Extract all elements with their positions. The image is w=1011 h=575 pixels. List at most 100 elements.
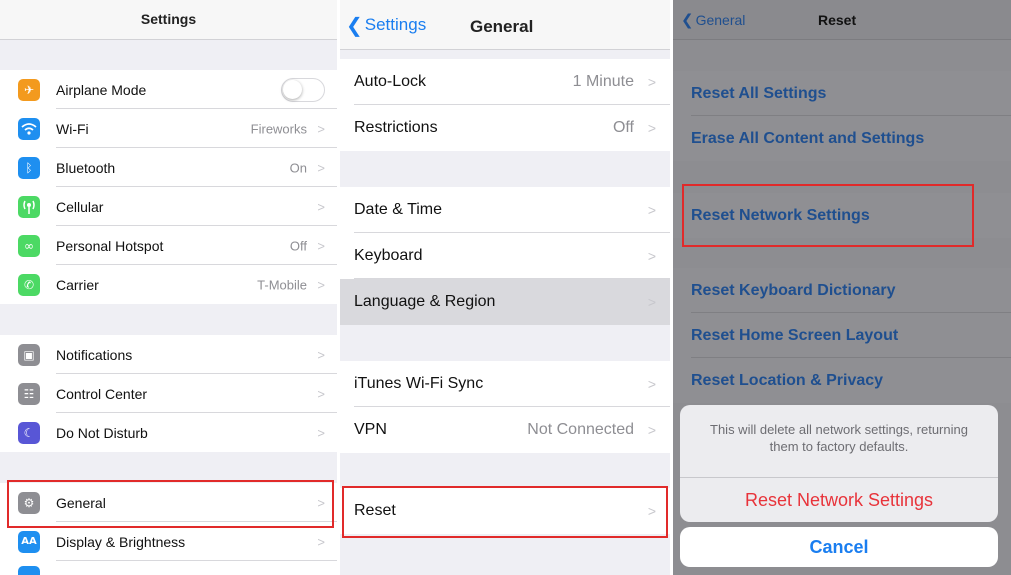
row-value: On xyxy=(289,160,307,175)
wallpaper-icon xyxy=(18,566,40,575)
chevron-right-icon: > xyxy=(317,386,325,401)
row-label: Control Center xyxy=(56,385,148,402)
cellular-icon-glyph xyxy=(23,200,35,214)
general-panel: ❮ Settings General Auto-Lock 1 Minute > … xyxy=(340,0,670,575)
row-label: Personal Hotspot xyxy=(56,237,164,254)
reset-panel: ❮ General Reset Reset All Settings Erase… xyxy=(673,0,1011,575)
general-row-keyboard[interactable]: Keyboard > xyxy=(340,233,670,279)
erase-all-content-item[interactable]: Erase All Content and Settings xyxy=(673,116,1011,161)
chevron-right-icon: > xyxy=(317,495,325,510)
moon-icon: ☾ xyxy=(18,421,40,444)
back-to-settings-button[interactable]: ❮ Settings xyxy=(346,0,426,50)
chevron-right-icon: > xyxy=(647,248,656,264)
chevron-right-icon: > xyxy=(317,425,325,440)
reset-location-privacy-item[interactable]: Reset Location & Privacy xyxy=(673,358,1011,403)
reset-nav-bar: ❮ General Reset xyxy=(673,0,1011,40)
row-label: Keyboard xyxy=(354,247,423,264)
general-row-date-time[interactable]: Date & Time > xyxy=(340,187,670,233)
reset-title: Reset xyxy=(818,12,857,28)
row-label: Bluetooth xyxy=(56,159,116,176)
row-label: Language & Region xyxy=(354,293,496,310)
airplane-icon: ✈ xyxy=(18,78,40,101)
chevron-right-icon: > xyxy=(317,277,325,292)
settings-panel: Settings ✈ Airplane Mode Wi-Fi Fireworks… xyxy=(0,0,337,575)
settings-row-display-brightness[interactable]: AA Display & Brightness > xyxy=(0,522,337,561)
row-label: Reset xyxy=(354,502,396,519)
row-label: Restrictions xyxy=(354,119,438,136)
settings-row-notifications[interactable]: ▣ Notifications > xyxy=(0,335,337,374)
row-label: Auto-Lock xyxy=(354,73,427,90)
chevron-right-icon: > xyxy=(647,74,656,90)
general-row-reset[interactable]: Reset > xyxy=(340,488,670,534)
general-row-restrictions[interactable]: Restrictions Off > xyxy=(340,105,670,151)
chevron-right-icon: > xyxy=(647,294,656,310)
reset-network-settings-item[interactable]: Reset Network Settings xyxy=(673,193,1011,238)
chevron-right-icon: > xyxy=(317,199,325,214)
settings-row-cellular[interactable]: Cellular > xyxy=(0,187,337,226)
settings-row-personal-hotspot[interactable]: ∞ Personal Hotspot Off > xyxy=(0,226,337,265)
settings-row-control-center[interactable]: ☷ Control Center > xyxy=(0,374,337,413)
row-label: Carrier xyxy=(56,276,99,293)
reset-home-screen-layout-item[interactable]: Reset Home Screen Layout xyxy=(673,313,1011,358)
row-label: Airplane Mode xyxy=(56,81,147,98)
airplane-mode-toggle[interactable] xyxy=(281,77,325,102)
notifications-icon: ▣ xyxy=(18,343,40,366)
chevron-right-icon: > xyxy=(317,238,325,253)
row-value: T-Mobile xyxy=(257,277,307,292)
row-value: Fireworks xyxy=(250,121,307,136)
confirm-reset-network-button[interactable]: Reset Network Settings xyxy=(680,478,998,522)
back-label: Settings xyxy=(364,15,427,34)
row-label: iTunes Wi-Fi Sync xyxy=(354,375,484,392)
bluetooth-icon: ᛒ xyxy=(18,156,40,179)
chevron-right-icon: > xyxy=(647,422,656,438)
general-row-language-region[interactable]: Language & Region > xyxy=(340,279,670,325)
row-label: Reset Location & Privacy xyxy=(691,371,884,389)
display-icon: AA xyxy=(18,530,40,553)
row-label: VPN xyxy=(354,421,387,438)
back-to-general-button[interactable]: ❮ General xyxy=(681,0,745,40)
row-label: Do Not Disturb xyxy=(56,424,148,441)
general-row-auto-lock[interactable]: Auto-Lock 1 Minute > xyxy=(340,59,670,105)
row-label: Reset All Settings xyxy=(691,84,827,102)
back-label: General xyxy=(695,12,746,28)
chevron-right-icon: > xyxy=(317,160,325,175)
settings-row-wifi[interactable]: Wi-Fi Fireworks > xyxy=(0,109,337,148)
general-row-itunes-wifi-sync[interactable]: iTunes Wi-Fi Sync > xyxy=(340,361,670,407)
phone-icon: ✆ xyxy=(18,273,40,296)
settings-row-general[interactable]: ⚙ General > xyxy=(0,483,337,522)
settings-row-airplane-mode[interactable]: ✈ Airplane Mode xyxy=(0,70,337,109)
settings-title: Settings xyxy=(140,11,197,27)
chevron-right-icon: > xyxy=(647,120,656,136)
row-label: Reset Home Screen Layout xyxy=(691,326,899,344)
settings-row-bluetooth[interactable]: ᛒ Bluetooth On > xyxy=(0,148,337,187)
row-label: Display & Brightness xyxy=(56,533,186,550)
settings-row-carrier[interactable]: ✆ Carrier T-Mobile > xyxy=(0,265,337,304)
control-center-icon: ☷ xyxy=(18,382,40,405)
wifi-icon-glyph xyxy=(21,122,37,135)
chevron-right-icon: > xyxy=(317,347,325,362)
chevron-right-icon: > xyxy=(647,376,656,392)
action-sheet: This will delete all network settings, r… xyxy=(680,405,998,522)
gear-icon: ⚙ xyxy=(18,491,40,514)
row-value: Not Connected xyxy=(527,421,634,438)
settings-row-wallpaper[interactable] xyxy=(0,561,337,575)
wifi-icon xyxy=(18,117,40,140)
chevron-right-icon: > xyxy=(647,202,656,218)
row-value: Off xyxy=(612,119,634,136)
settings-row-do-not-disturb[interactable]: ☾ Do Not Disturb > xyxy=(0,413,337,452)
row-label: Reset Network Settings xyxy=(691,206,870,224)
row-value: Off xyxy=(289,238,307,253)
row-label: Erase All Content and Settings xyxy=(691,129,925,147)
reset-keyboard-dictionary-item[interactable]: Reset Keyboard Dictionary xyxy=(673,268,1011,313)
cancel-button[interactable]: Cancel xyxy=(680,527,998,567)
chevron-right-icon: > xyxy=(647,503,656,519)
row-label: Reset Keyboard Dictionary xyxy=(691,281,896,299)
reset-all-settings-item[interactable]: Reset All Settings xyxy=(673,71,1011,116)
row-label: Wi-Fi xyxy=(56,120,89,137)
row-label: General xyxy=(56,494,106,511)
action-sheet-message: This will delete all network settings, r… xyxy=(710,422,968,454)
row-label: Notifications xyxy=(56,346,133,363)
chevron-right-icon: > xyxy=(317,121,325,136)
general-row-vpn[interactable]: VPN Not Connected > xyxy=(340,407,670,453)
row-label: Cellular xyxy=(56,198,104,215)
